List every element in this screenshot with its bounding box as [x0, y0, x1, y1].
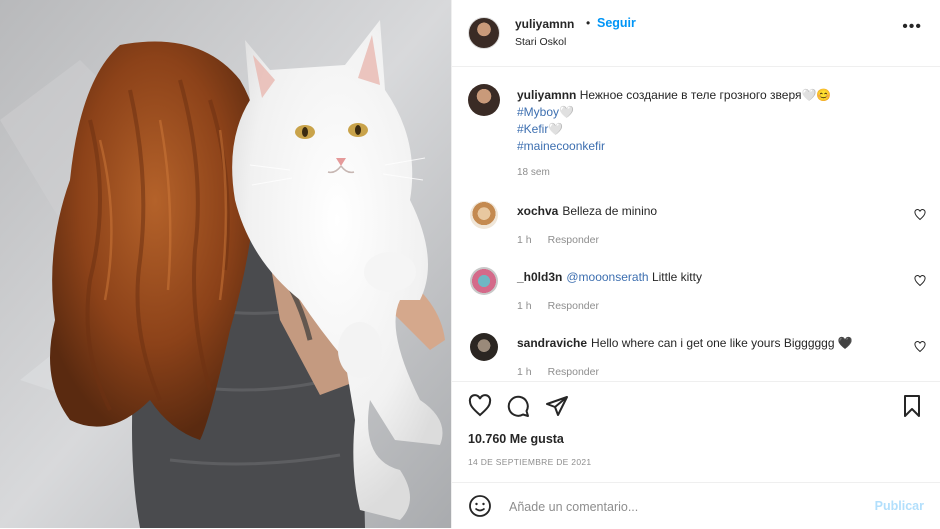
comment-text: sandraviche Hello where can i get one lik… [517, 336, 853, 350]
comment-body: Hello where can i get one like yours Big… [591, 336, 853, 350]
author-avatar[interactable] [468, 17, 500, 49]
reply-button[interactable]: Responder [548, 366, 599, 378]
comment-item: sandraviche Hello where can i get one lik… [452, 333, 940, 380]
post-photo[interactable] [0, 0, 451, 528]
comment-input[interactable] [507, 495, 851, 519]
commenter-avatar[interactable] [470, 201, 498, 229]
comment-text: _h0ld3n @mooonserath Little kitty [517, 270, 702, 284]
caption-time: 18 sem [517, 167, 550, 178]
heart-icon[interactable] [468, 394, 492, 418]
share-icon[interactable] [545, 394, 569, 418]
bookmark-icon[interactable] [900, 394, 924, 418]
author-username[interactable]: yuliyamnn [515, 17, 574, 31]
comment-time: 1 h [517, 234, 532, 246]
comment-text: xochva Belleza de minino [517, 204, 657, 218]
emoji-icon[interactable] [468, 494, 492, 518]
comment-time: 1 h [517, 366, 532, 378]
post-side-panel: yuliyamnn • Seguir Stari Oskol ••• yuliy… [451, 0, 940, 528]
comment-time: 1 h [517, 300, 532, 312]
like-count[interactable]: 10.760 Me gusta [468, 432, 564, 446]
like-comment-heart-icon[interactable] [914, 275, 926, 287]
comment-body: Belleza de minino [562, 204, 658, 218]
hashtag-link[interactable]: #Myboy🤍 [517, 104, 917, 121]
comment-meta: 1 h Responder [517, 366, 615, 378]
caption-avatar[interactable] [468, 84, 500, 116]
comment-meta: 1 h Responder [517, 234, 615, 246]
comments-list[interactable]: yuliyamnn Нежное создание в теле грозног… [452, 67, 940, 380]
like-comment-heart-icon[interactable] [914, 209, 926, 221]
header-separator: • [586, 16, 591, 30]
commenter-avatar[interactable] [470, 333, 498, 361]
more-options-icon[interactable]: ••• [902, 19, 922, 35]
reply-button[interactable]: Responder [548, 300, 599, 312]
comment-item: _h0ld3n @mooonserath Little kitty 1 h Resp… [452, 267, 940, 329]
commenter-avatar[interactable] [470, 267, 498, 295]
reply-button[interactable]: Responder [548, 234, 599, 246]
commenter-username[interactable]: _h0ld3n [517, 270, 562, 284]
comment-meta: 1 h Responder [517, 300, 615, 312]
commenter-username[interactable]: xochva [517, 204, 558, 218]
hashtag-link[interactable]: #Kefir🤍 [517, 121, 917, 138]
post-header: yuliyamnn • Seguir Stari Oskol ••• [452, 0, 940, 67]
hashtag-link[interactable]: #mainecoonkefir [517, 138, 917, 155]
commenter-username[interactable]: sandraviche [517, 336, 587, 350]
comment-body: Little kitty [651, 270, 702, 284]
caption-text: Нежное создание в теле грозного зверя🤍😊 [579, 88, 832, 102]
post-actions: 10.760 Me gusta 14 DE SEPTIEMBRE DE 2021 [452, 381, 940, 482]
caption-username[interactable]: yuliyamnn [517, 88, 576, 102]
comment-icon[interactable] [506, 394, 530, 418]
mention-link[interactable]: @mooonserath [566, 270, 648, 284]
like-comment-heart-icon[interactable] [914, 341, 926, 353]
comment-item: xochva Belleza de minino 1 h Responder [452, 201, 940, 263]
post-image-woman-holding-white-cat [0, 0, 451, 528]
post-date: 14 DE SEPTIEMBRE DE 2021 [468, 457, 592, 467]
follow-button[interactable]: Seguir [597, 16, 636, 30]
caption: yuliyamnn Нежное создание в теле грозног… [517, 87, 917, 155]
publish-button[interactable]: Publicar [875, 499, 924, 513]
add-comment-bar: Publicar [452, 482, 940, 529]
post-location[interactable]: Stari Oskol [515, 36, 566, 48]
